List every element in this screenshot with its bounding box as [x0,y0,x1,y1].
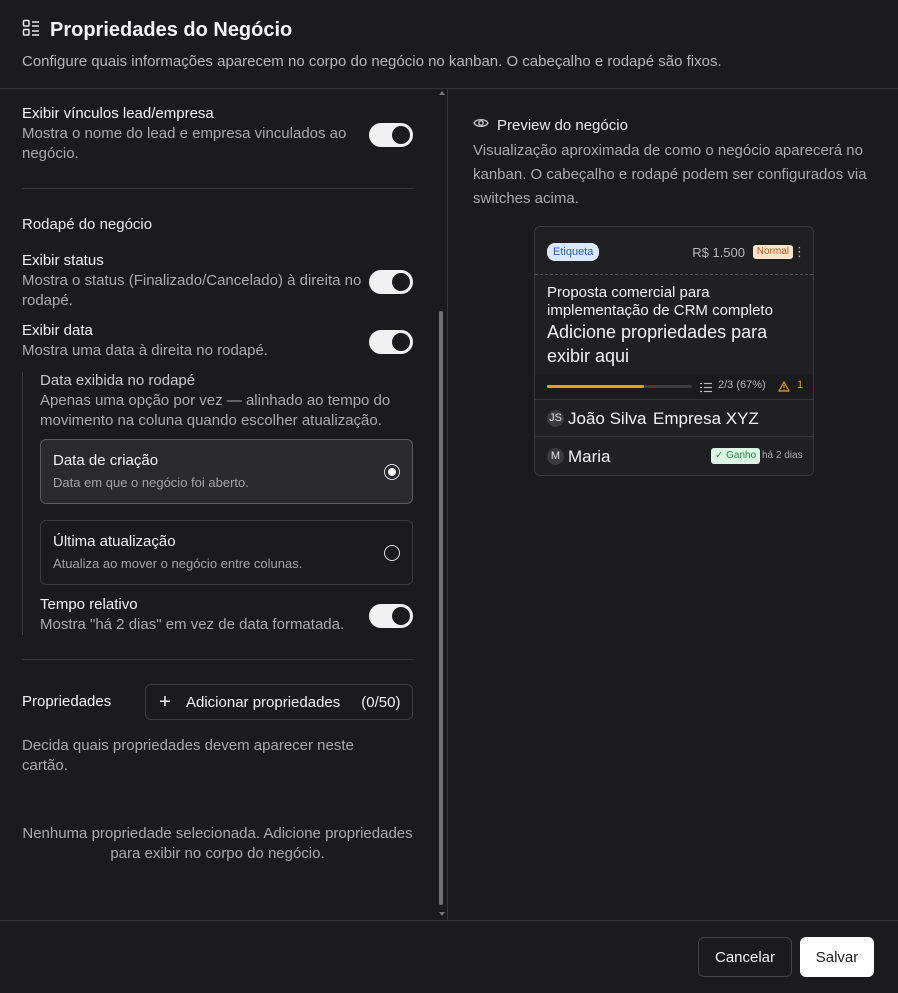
properties-help: Decida quais propriedades devem aparecer… [22,737,354,774]
preview-desc: Visualização aproximada de como o negóci… [473,142,867,207]
scroll-up-arrow[interactable] [439,91,445,95]
owner-name: Maria [568,447,611,466]
scroll-thumb[interactable] [439,311,443,905]
modal-footer: Cancelar Salvar [0,920,898,993]
company-name: Empresa XYZ [653,409,759,428]
date-sub-section-border [22,372,23,635]
progress-text: 2/3 (67%) [718,379,766,391]
relative-toggle-desc: Mostra "há 2 dias" em vez de data format… [40,616,345,633]
relative-toggle-title: Tempo relativo [40,596,138,613]
relative-time-toggle[interactable] [369,604,413,628]
radio-last-update[interactable] [384,545,400,561]
properties-count: (0/50) [361,693,401,711]
plus-icon: + [159,691,171,713]
list-settings-icon [22,19,40,42]
progress-bar [547,385,692,388]
option-title: Data de criação [53,452,159,469]
radio-created-date[interactable] [384,464,400,480]
relative-date: há 2 dias [762,450,803,461]
settings-scrollbar[interactable] [437,89,445,920]
links-toggle[interactable] [369,123,413,147]
status-badge: ✓ Ganho [711,448,761,464]
save-button[interactable]: Salvar [800,937,874,977]
date-sub-title: Data exibida no rodapé [40,372,196,389]
lead-name: João Silva [568,409,647,428]
links-toggle-title: Exibir vínculos lead/empresa [22,105,214,122]
option-desc: Atualiza ao mover o negócio entre coluna… [53,556,303,571]
preview-title: Preview do negócio [497,116,628,134]
deal-price: R$ 1.500 [692,245,745,260]
props-placeholder: Adicione propriedades para exibir aqui [547,322,768,366]
scroll-down-arrow[interactable] [439,912,445,916]
properties-label: Propriedades [22,693,112,710]
status-toggle[interactable] [369,270,413,294]
cancel-button[interactable]: Cancelar [698,937,792,977]
warning-icon [778,379,790,397]
card-links-row: JS João Silva Empresa XYZ [535,399,813,437]
option-desc: Data em que o negócio foi aberto. [53,475,249,490]
card-header: Etiqueta R$ 1.500 Normal ⋮ [535,227,813,275]
date-toggle-desc: Mostra uma data à direita no rodapé. [22,342,268,359]
modal-header: Propriedades do Negócio Configure quais … [0,0,898,89]
owner-avatar: M [547,448,564,465]
option-last-update[interactable]: Última atualização Atualiza ao mover o n… [40,520,413,585]
empty-properties-message: Nenhuma propriedade selecionada. Adicion… [22,825,413,862]
progress-fill [547,385,645,388]
date-toggle[interactable] [369,330,413,354]
tag-badge: Etiqueta [547,243,600,261]
add-properties-button[interactable]: + Adicionar propriedades (0/50) [145,684,413,720]
add-properties-label: Adicionar propriedades [186,693,341,711]
priority-badge: Normal [752,245,793,259]
checklist-icon [700,380,712,398]
preview-panel: Preview do negócio Visualização aproxima… [447,89,898,920]
links-toggle-desc: Mostra o nome do lead e empresa vinculad… [22,125,347,162]
more-vertical-icon: ⋮ [793,244,806,259]
modal-subtitle: Configure quais informações aparecem no … [22,53,722,70]
date-sub-desc: Apenas uma opção por vez — alinhado ao t… [40,392,391,429]
warning-count: 1 [797,379,804,391]
divider [22,659,413,660]
divider [22,188,413,189]
deal-card-preview: Etiqueta R$ 1.500 Normal ⋮ Proposta come… [534,226,814,476]
option-created-date[interactable]: Data de criação Data em que o negócio fo… [40,439,413,504]
footer-section-title: Rodapé do negócio [22,216,153,233]
preview-header: Preview do negócio [473,116,628,134]
option-title: Última atualização [53,533,176,550]
status-toggle-title: Exibir status [22,252,104,269]
modal-title-row: Propriedades do Negócio [22,19,292,42]
card-footer: M Maria ✓ Ganho há 2 dias [535,437,813,475]
eye-icon [473,116,489,134]
status-toggle-desc: Mostra o status (Finalizado/Cancelado) à… [22,272,362,309]
settings-panel[interactable]: Exibir vínculos lead/empresa Mostra o no… [0,89,447,920]
date-toggle-title: Exibir data [22,322,93,339]
progress-row: 2/3 (67%) 1 [535,374,813,399]
lead-avatar: JS [547,410,564,427]
deal-title: Proposta comercial para implementação de… [547,284,773,319]
modal-title: Propriedades do Negócio [50,19,293,41]
